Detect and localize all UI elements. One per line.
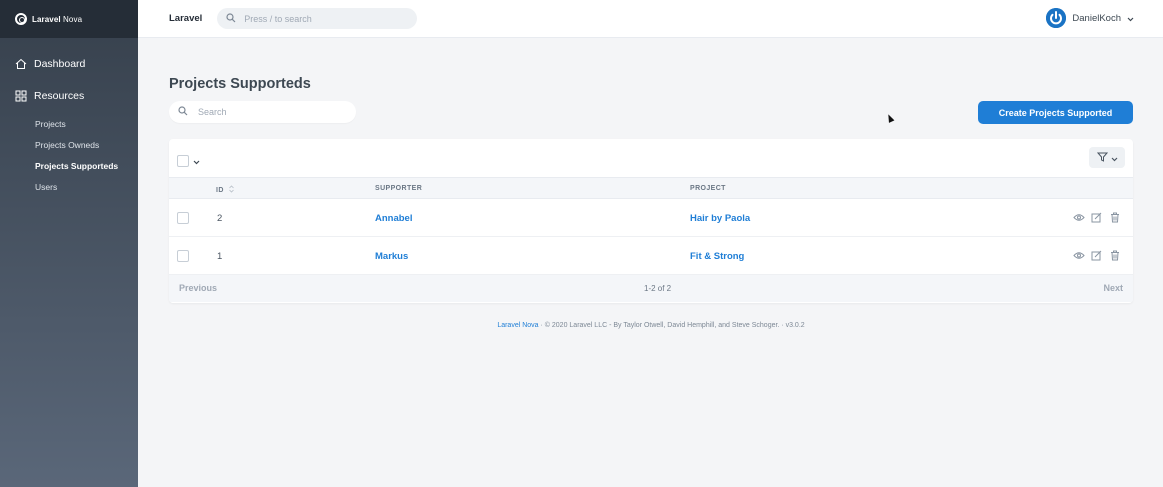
table-row: 2 Annabel Hair by Paola	[169, 199, 1133, 237]
pagination: Previous 1-2 of 2 Next	[169, 275, 1133, 302]
search-icon	[226, 10, 236, 28]
supporter-link[interactable]: Markus	[375, 251, 408, 262]
delete-icon[interactable]	[1108, 211, 1121, 224]
chevron-down-icon	[1111, 149, 1118, 167]
sidebar-item-projects-supporteds[interactable]: Projects Supporteds	[0, 156, 138, 177]
chevron-down-icon	[1127, 9, 1134, 27]
search-icon	[178, 103, 188, 121]
brand[interactable]: Laravel Nova	[0, 0, 138, 38]
resource-table-card: ID SUPPORTER PROJECT 2 Annabel Hair by P…	[169, 139, 1133, 303]
delete-icon[interactable]	[1108, 249, 1121, 262]
edit-icon[interactable]	[1090, 249, 1103, 262]
resource-links: Projects Projects Owneds Projects Suppor…	[0, 114, 138, 198]
sort-icon	[229, 185, 234, 195]
select-all-dropdown[interactable]	[177, 152, 200, 170]
footer-text: · © 2020 Laravel LLC - By Taylor Otwell,…	[538, 322, 805, 329]
table-header: ID SUPPORTER PROJECT	[169, 177, 1133, 199]
nova-logo-icon	[15, 13, 27, 25]
sidebar-item-label: Dashboard	[34, 58, 86, 70]
page-title: Projects Supporteds	[169, 76, 311, 92]
avatar	[1046, 8, 1067, 28]
row-checkbox[interactable]	[177, 212, 189, 224]
next-button[interactable]: Next	[1103, 283, 1123, 293]
user-name: DanielKoch	[1072, 12, 1121, 24]
table-row: 1 Markus Fit & Strong	[169, 237, 1133, 275]
global-search[interactable]	[217, 8, 418, 29]
sidebar-item-projects-owneds[interactable]: Projects Owneds	[0, 135, 138, 156]
row-checkbox[interactable]	[177, 250, 189, 262]
sidebar-item-label: Resources	[34, 90, 85, 102]
select-all-checkbox[interactable]	[177, 155, 189, 167]
cell-id: 2	[217, 213, 223, 224]
sidebar-item-resources[interactable]: Resources	[0, 84, 138, 108]
footer: Laravel Nova · © 2020 Laravel LLC - By T…	[169, 322, 1133, 329]
cell-id: 1	[217, 251, 223, 262]
column-header-project: PROJECT	[690, 185, 726, 192]
project-link[interactable]: Fit & Strong	[690, 251, 744, 262]
brand-name: Laravel Nova	[32, 14, 83, 24]
search-input[interactable]	[198, 107, 348, 117]
column-header-supporter: SUPPORTER	[375, 185, 423, 192]
create-projects-supported-button[interactable]: Create Projects Supported	[978, 101, 1133, 124]
supporter-link[interactable]: Annabel	[375, 213, 412, 224]
resource-search[interactable]	[169, 101, 356, 123]
table-toolbar	[169, 139, 1133, 177]
view-icon[interactable]	[1072, 211, 1085, 224]
sidebar-item-projects[interactable]: Projects	[0, 114, 138, 135]
row-actions	[1072, 211, 1121, 224]
project-link[interactable]: Hair by Paola	[690, 213, 750, 224]
chevron-down-icon	[193, 152, 200, 170]
view-icon[interactable]	[1072, 249, 1085, 262]
sidebar-item-users[interactable]: Users	[0, 177, 138, 198]
row-actions	[1072, 249, 1121, 262]
pagination-count: 1-2 of 2	[644, 284, 672, 293]
header: Laravel DanielKoch	[138, 0, 1163, 38]
sidebar-item-dashboard[interactable]: Dashboard	[0, 52, 138, 76]
global-search-input[interactable]	[244, 13, 405, 24]
previous-button[interactable]: Previous	[179, 283, 217, 293]
grid-icon	[15, 90, 27, 102]
mouse-cursor-icon	[885, 113, 895, 123]
filter-icon	[1096, 149, 1108, 167]
user-menu[interactable]: DanielKoch	[1046, 8, 1134, 28]
filter-button[interactable]	[1089, 147, 1125, 168]
header-title: Laravel	[169, 13, 203, 24]
sidebar: Laravel Nova Dashboard Resources Project…	[0, 0, 138, 487]
edit-icon[interactable]	[1090, 211, 1103, 224]
home-icon	[15, 58, 27, 70]
column-header-id[interactable]: ID	[216, 185, 234, 195]
footer-nova-link[interactable]: Laravel Nova	[497, 322, 538, 329]
